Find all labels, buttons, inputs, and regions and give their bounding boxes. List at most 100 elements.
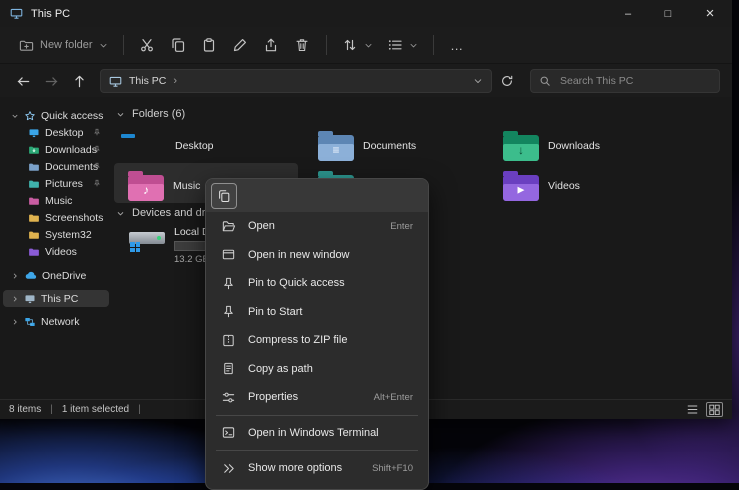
folder-item-documents[interactable]: ≡ Documents (318, 127, 498, 165)
sidebar-item-label: Quick access (41, 110, 103, 122)
chevron-down-icon[interactable] (10, 112, 19, 120)
pin-to-start-icon (221, 304, 236, 319)
menu-item-label: Copy as path (248, 363, 313, 375)
sidebar-item-label: Downloads (45, 144, 97, 156)
sidebar-item-videos[interactable]: Videos (3, 243, 109, 260)
pin-icon (221, 276, 236, 291)
breadcrumb-this-pc[interactable]: This PC (129, 75, 166, 87)
refresh-button[interactable] (494, 68, 520, 94)
folder-item-videos[interactable]: ▶ Videos (503, 167, 683, 205)
folder-item-downloads[interactable]: ↓ Downloads (503, 127, 683, 165)
menu-item-compress-to-zip[interactable]: Compress to ZIP file (210, 326, 424, 355)
chevron-right-icon[interactable] (10, 295, 19, 303)
menu-item-copy-as-path[interactable]: Copy as path (210, 355, 424, 384)
chevron-right-icon[interactable] (10, 272, 19, 280)
sidebar-item-label: Documents (45, 161, 98, 173)
videos-folder-icon: ▶ (503, 175, 539, 201)
more-options-icon (221, 461, 236, 476)
sort-button[interactable] (335, 32, 380, 58)
search-icon (539, 75, 551, 87)
folders-header-label: Folders (6) (132, 108, 185, 120)
status-separator: | (50, 404, 53, 415)
menu-item-label: Pin to Quick access (248, 277, 345, 289)
menu-item-open[interactable]: Open Enter (210, 212, 424, 241)
sidebar-item-downloads[interactable]: Downloads (3, 141, 109, 158)
navigation-bar: This PC › (0, 64, 732, 98)
rename-button[interactable] (225, 31, 256, 59)
sidebar-item-screenshots[interactable]: Screenshots (3, 209, 109, 226)
menu-item-open-in-windows-terminal[interactable]: Open in Windows Terminal (210, 419, 424, 448)
properties-icon (221, 390, 236, 405)
maximize-button[interactable]: □ (648, 0, 688, 27)
window-controls: – □ × (608, 0, 732, 27)
up-button[interactable] (66, 68, 92, 94)
minimize-button[interactable]: – (608, 0, 648, 27)
sidebar-item-pictures[interactable]: Pictures (3, 175, 109, 192)
toolbar-separator (326, 35, 327, 55)
address-dropdown-icon[interactable] (473, 76, 483, 86)
window-title: This PC (31, 8, 70, 20)
context-menu-quick-actions (206, 179, 428, 212)
see-more-button[interactable]: … (442, 31, 473, 59)
music-folder-icon: ♪ (128, 175, 164, 201)
menu-item-label: Compress to ZIP file (248, 334, 347, 346)
search-input[interactable] (558, 74, 711, 88)
menu-item-pin-to-start[interactable]: Pin to Start (210, 298, 424, 327)
back-button[interactable] (10, 68, 36, 94)
sidebar-item-onedrive[interactable]: OneDrive (3, 267, 109, 284)
network-icon (24, 316, 36, 328)
sidebar-item-documents[interactable]: Documents (3, 158, 109, 175)
new-folder-label: New folder (40, 39, 93, 51)
new-folder-icon (19, 38, 34, 53)
delete-button[interactable] (287, 31, 318, 59)
downloads-icon (28, 144, 40, 156)
chevron-down-icon (116, 110, 125, 119)
menu-item-open-in-new-window[interactable]: Open in new window (210, 241, 424, 270)
this-pc-icon (109, 75, 122, 88)
menu-item-label: Properties (248, 391, 298, 403)
new-window-icon (221, 247, 236, 262)
documents-folder-icon: ≡ (318, 135, 354, 161)
titlebar[interactable]: This PC – □ × (0, 0, 732, 27)
sidebar-item-network[interactable]: Network (3, 313, 109, 330)
menu-item-pin-to-quick-access[interactable]: Pin to Quick access (210, 269, 424, 298)
breadcrumb-separator: › (173, 75, 177, 87)
menu-separator (216, 415, 418, 416)
menu-item-label: Show more options (248, 462, 342, 474)
new-folder-button[interactable]: New folder (12, 33, 115, 58)
folders-section-header[interactable]: Folders (6) (116, 108, 185, 120)
paste-button[interactable] (194, 31, 225, 59)
music-icon (28, 195, 40, 207)
this-pc-icon (24, 293, 36, 305)
sidebar-item-this-pc[interactable]: This PC (3, 290, 109, 307)
search-box (530, 69, 720, 93)
terminal-icon (221, 425, 236, 440)
menu-item-label: Open in new window (248, 249, 350, 261)
sidebar-item-label: Pictures (45, 178, 83, 190)
menu-item-show-more-options[interactable]: Show more options Shift+F10 (210, 454, 424, 483)
sidebar-item-music[interactable]: Music (3, 192, 109, 209)
share-button[interactable] (256, 31, 287, 59)
windows-logo-icon (130, 242, 140, 252)
cut-button[interactable] (132, 31, 163, 59)
sidebar-item-desktop[interactable]: Desktop (3, 124, 109, 141)
view-button[interactable] (380, 32, 425, 58)
folder-item-desktop[interactable]: Desktop (128, 127, 308, 165)
menu-item-properties[interactable]: Properties Alt+Enter (210, 383, 424, 412)
sidebar-item-system32[interactable]: System32 (3, 226, 109, 243)
details-view-toggle[interactable] (685, 403, 700, 416)
sidebar-item-quick-access[interactable]: Quick access (3, 107, 109, 124)
large-icons-view-toggle[interactable] (706, 402, 723, 417)
chevron-right-icon[interactable] (10, 318, 19, 326)
selected-count: 1 item selected (62, 404, 129, 415)
documents-icon (28, 161, 40, 173)
item-count: 8 items (9, 404, 41, 415)
toolbar-separator (123, 35, 124, 55)
forward-button[interactable] (38, 68, 64, 94)
copy-button[interactable] (211, 183, 237, 209)
videos-icon (28, 246, 40, 258)
copy-button[interactable] (163, 31, 194, 59)
address-bar[interactable]: This PC › (100, 69, 492, 93)
menu-separator (216, 450, 418, 451)
close-button[interactable]: × (688, 0, 732, 27)
